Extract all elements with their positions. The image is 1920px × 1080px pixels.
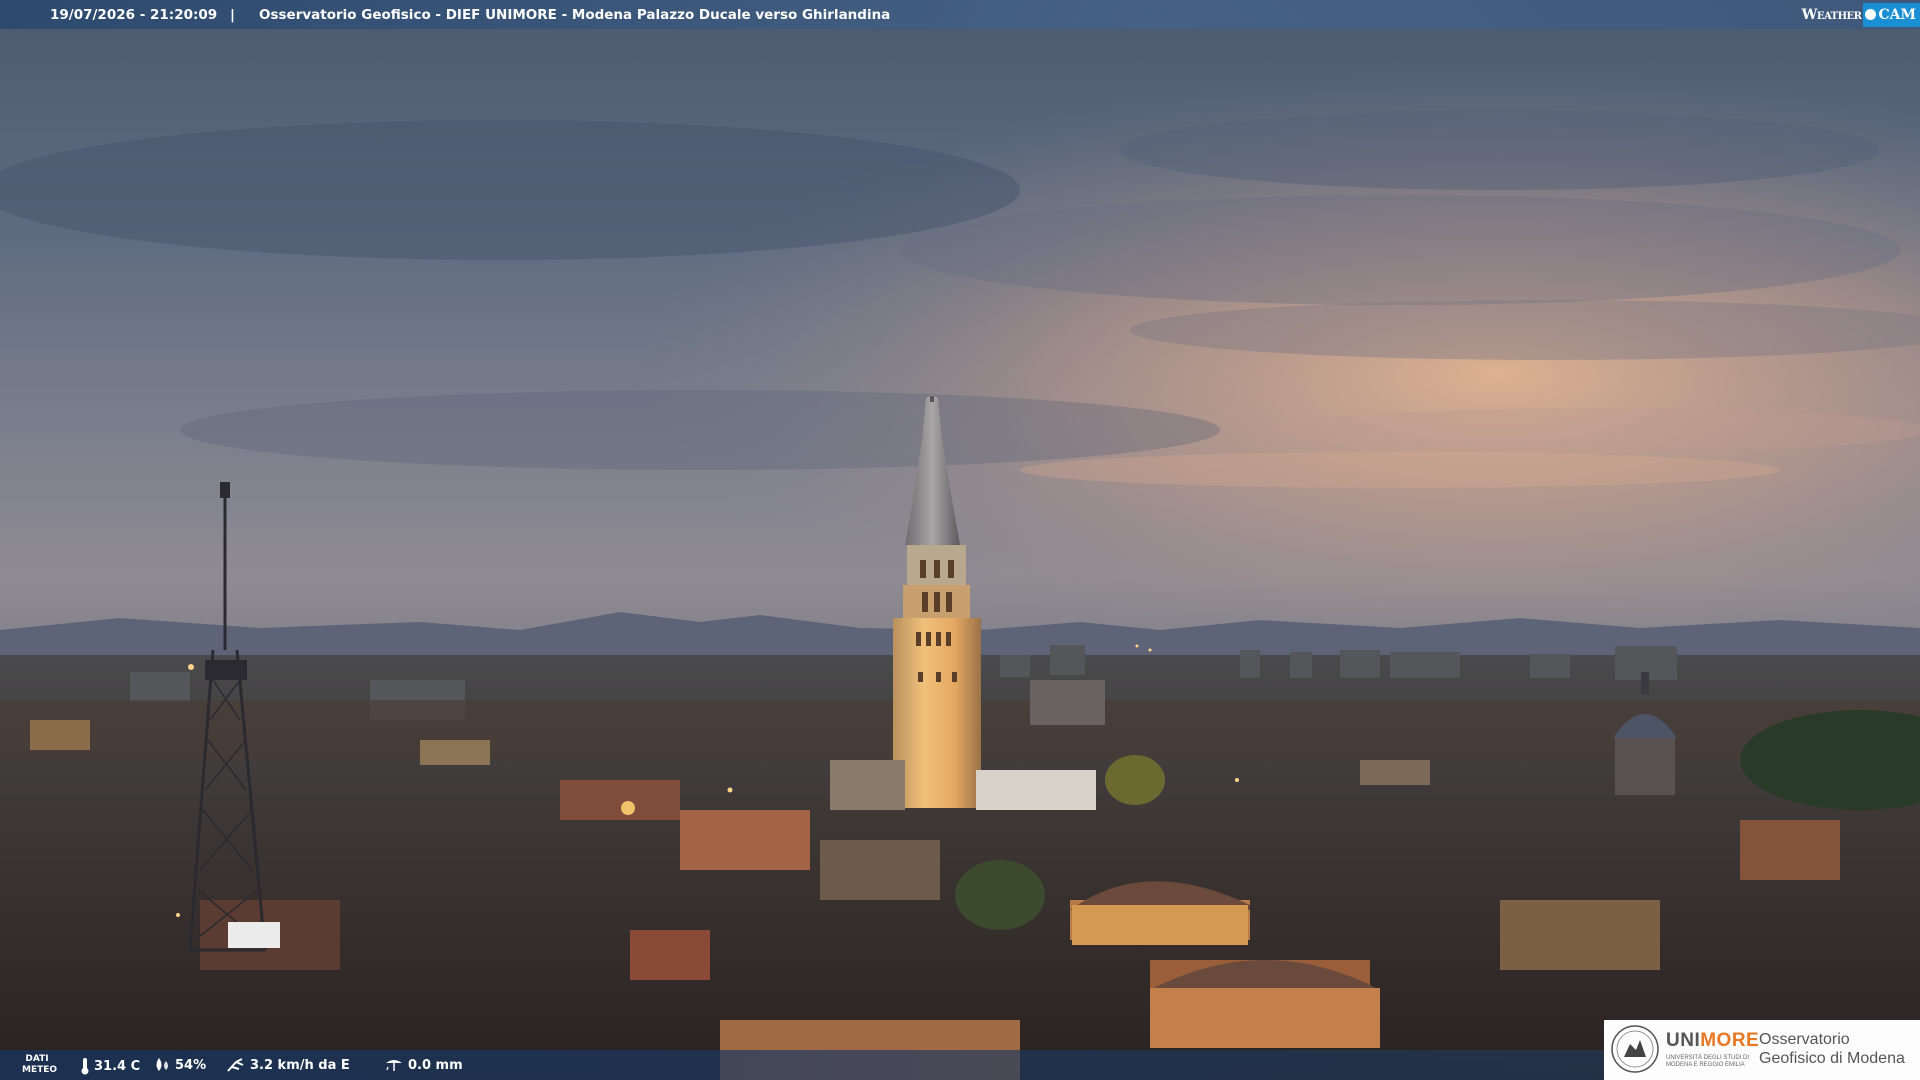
webcam-image [0,0,1920,1080]
unimore-wordmark: UNIMORE [1666,1030,1759,1052]
unimore-wordmark-more: MORE [1700,1030,1760,1051]
rain-gauge-icon [386,1060,402,1071]
camera-title: Osservatorio Geofisico - DIEF UNIMORE - … [259,6,891,23]
header-separator: | [230,6,235,23]
weathercam-logo-right: CAM [1878,6,1916,23]
weather-data-bar: DATI METEO 31.4 C 54% 3.2 km/h da E 0.0 … [0,1050,1604,1080]
thermometer-icon [81,1058,89,1075]
unimore-logo-panel: UNIMORE UNIVERSITÀ DEGLI STUDI DI MODENA… [1604,1020,1920,1080]
wind-value: 3.2 km/h da E [250,1057,350,1073]
wind-icon [227,1058,244,1072]
timestamp: 19/07/2026 - 21:20:09 [50,6,218,23]
unimore-wordmark-uni: UNI [1666,1030,1701,1051]
header-bar: 19/07/2026 - 21:20:09 | Osservatorio Geo… [0,0,1920,29]
rain-value: 0.0 mm [408,1057,463,1073]
temperature-reading: 31.4 C [80,1057,140,1075]
weather-data-label: DATI METEO [22,1054,58,1075]
weathercam-logo: Weather CAM [1802,0,1920,29]
humidity-value: 54% [175,1057,207,1073]
droplet-icon [156,1058,168,1071]
university-seal-icon [1611,1025,1659,1073]
weathercam-logo-dot-icon [1865,9,1877,20]
wind-reading: 3.2 km/h da E [226,1057,350,1073]
university-name: UNIVERSITÀ DEGLI STUDI DI MODENA E REGGI… [1666,1055,1750,1068]
weathercam-logo-left: Weather [1801,6,1862,23]
observatory-name: Osservatorio Geofisico di Modena [1759,1031,1905,1067]
humidity-reading: 54% [153,1057,206,1073]
temperature-value: 31.4 C [94,1058,141,1074]
rain-reading: 0.0 mm [384,1057,463,1073]
